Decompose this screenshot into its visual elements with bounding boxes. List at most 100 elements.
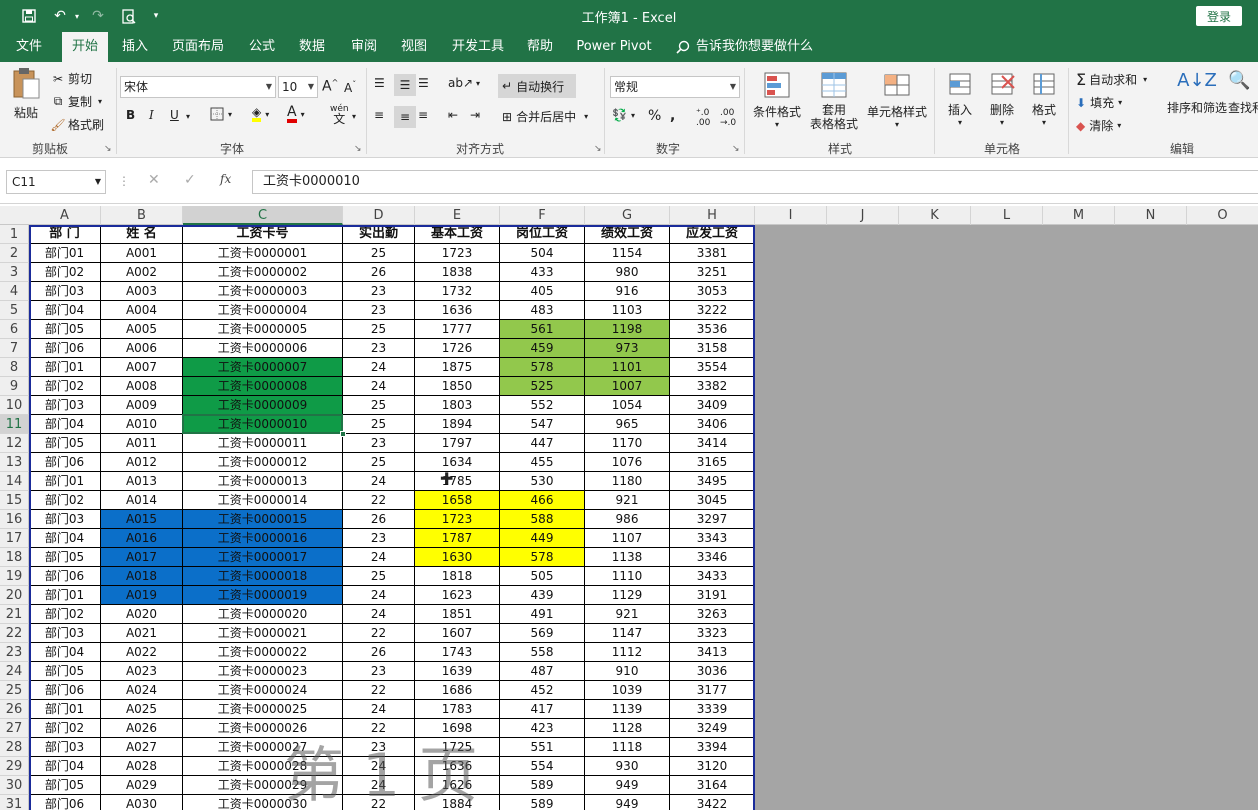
table-cell[interactable]: 483 [500,301,585,320]
merge-center-button[interactable]: ⊞ 合并后居中 ▾ [502,108,588,125]
table-cell[interactable]: 589 [500,795,585,810]
chevron-down-icon[interactable]: ▾ [186,112,190,121]
table-cell[interactable]: 1198 [585,320,670,339]
table-cell[interactable]: 3422 [670,795,755,810]
sort-filter-button[interactable]: A↓Z 排序和筛选 [1166,70,1228,116]
table-cell[interactable]: 1838 [415,263,500,282]
table-cell[interactable]: 22 [343,719,415,738]
table-cell[interactable]: 487 [500,662,585,681]
row-header[interactable]: 3 [0,263,29,282]
table-cell[interactable]: 部门03 [29,510,101,529]
table-cell[interactable]: A026 [101,719,183,738]
table-cell[interactable]: A016 [101,529,183,548]
table-cell[interactable]: 578 [500,548,585,567]
table-cell[interactable]: 部门02 [29,491,101,510]
table-cell[interactable]: A004 [101,301,183,320]
wrap-text-button[interactable]: ↵ 自动换行 [498,74,576,98]
chevron-down-icon[interactable]: ▾ [352,112,356,121]
row-header[interactable]: 25 [0,681,29,700]
table-cell[interactable]: 23 [343,529,415,548]
table-cell[interactable]: 3433 [670,567,755,586]
table-cell[interactable]: 工资卡0000004 [183,301,343,320]
increase-font-button[interactable]: A^ [322,78,338,95]
table-cell[interactable]: 3346 [670,548,755,567]
accounting-format-button[interactable]: 💱 ▾ [612,108,635,122]
column-header-a[interactable]: A [29,206,101,225]
table-cell[interactable]: 部门05 [29,776,101,795]
decrease-indent-button[interactable]: ⇤ [448,108,458,122]
table-cell[interactable]: 1147 [585,624,670,643]
table-cell[interactable]: A009 [101,396,183,415]
table-cell[interactable]: 1139 [585,700,670,719]
table-cell[interactable]: 986 [585,510,670,529]
row-header[interactable]: 2 [0,244,29,263]
table-cell[interactable]: 1639 [415,662,500,681]
table-cell[interactable]: 1112 [585,643,670,662]
table-cell[interactable]: 1103 [585,301,670,320]
table-cell[interactable]: 1076 [585,453,670,472]
table-cell[interactable]: A006 [101,339,183,358]
table-cell[interactable]: 1785 [415,472,500,491]
table-cell[interactable]: 3177 [670,681,755,700]
tab-home[interactable]: 开始 [62,32,108,62]
table-cell[interactable]: 工资卡0000012 [183,453,343,472]
column-header-e[interactable]: E [415,206,500,225]
table-cell[interactable]: 439 [500,586,585,605]
table-cell[interactable]: 589 [500,776,585,795]
tab-data[interactable]: 数据 [290,32,334,62]
table-cell[interactable]: 23 [343,738,415,757]
worksheet-grid[interactable]: ABCDEFGHIJKLMNO 1 2 3 4 5 6 7 8 9 10 11 12 13 14 15 16 1… [0,206,1258,810]
table-cell[interactable]: 459 [500,339,585,358]
table-cell[interactable]: 3158 [670,339,755,358]
row-header[interactable]: 26 [0,700,29,719]
table-cell[interactable]: 921 [585,491,670,510]
row-header[interactable]: 24 [0,662,29,681]
login-button[interactable]: 登录 [1196,6,1242,26]
decrease-decimal-button[interactable]: .00 →.0 [720,108,736,128]
table-cell[interactable]: 1851 [415,605,500,624]
table-cell[interactable]: 578 [500,358,585,377]
table-cell[interactable]: 23 [343,282,415,301]
table-cell[interactable]: 工资卡0000006 [183,339,343,358]
table-cell[interactable]: 22 [343,795,415,810]
table-cell[interactable]: 3554 [670,358,755,377]
table-cell[interactable]: 1743 [415,643,500,662]
table-cell[interactable]: 1007 [585,377,670,396]
tab-help[interactable]: 帮助 [518,32,562,62]
table-cell[interactable]: 1107 [585,529,670,548]
table-cell[interactable]: 1723 [415,244,500,263]
cut-button[interactable]: ✂ 剪切 [50,70,92,87]
clear-button[interactable]: ◆ 清除 ▾ [1076,117,1121,134]
table-cell[interactable]: 551 [500,738,585,757]
fill-handle[interactable] [340,431,346,437]
table-cell[interactable]: 1803 [415,396,500,415]
table-cell[interactable]: 24 [343,548,415,567]
table-cell[interactable]: A019 [101,586,183,605]
format-painter-button[interactable]: 🖌 格式刷 [50,116,104,133]
table-cell[interactable]: 部门02 [29,719,101,738]
table-cell[interactable]: A002 [101,263,183,282]
row-header[interactable]: 22 [0,624,29,643]
column-header-n[interactable]: N [1115,206,1187,225]
increase-indent-button[interactable]: ⇥ [470,108,480,122]
table-cell[interactable]: 949 [585,776,670,795]
copy-button[interactable]: ⧉ 复制 ▾ [50,93,102,110]
table-cell[interactable]: 工资卡0000009 [183,396,343,415]
table-cell[interactable]: 工资卡0000021 [183,624,343,643]
table-cell[interactable]: 910 [585,662,670,681]
alignment-launcher-icon[interactable]: ↘ [594,144,602,154]
table-cell[interactable]: 部门05 [29,548,101,567]
table-cell[interactable]: 433 [500,263,585,282]
header-cell[interactable]: 基本工资 [415,225,500,244]
table-cell[interactable]: 3251 [670,263,755,282]
table-cell[interactable]: 449 [500,529,585,548]
column-header-c[interactable]: C [183,206,343,225]
table-cell[interactable]: A022 [101,643,183,662]
table-cell[interactable]: A011 [101,434,183,453]
header-cell[interactable]: 岗位工资 [500,225,585,244]
table-cell[interactable]: A001 [101,244,183,263]
column-header-f[interactable]: F [500,206,585,225]
table-cell[interactable]: A029 [101,776,183,795]
table-cell[interactable]: A030 [101,795,183,810]
table-cell[interactable]: 24 [343,358,415,377]
